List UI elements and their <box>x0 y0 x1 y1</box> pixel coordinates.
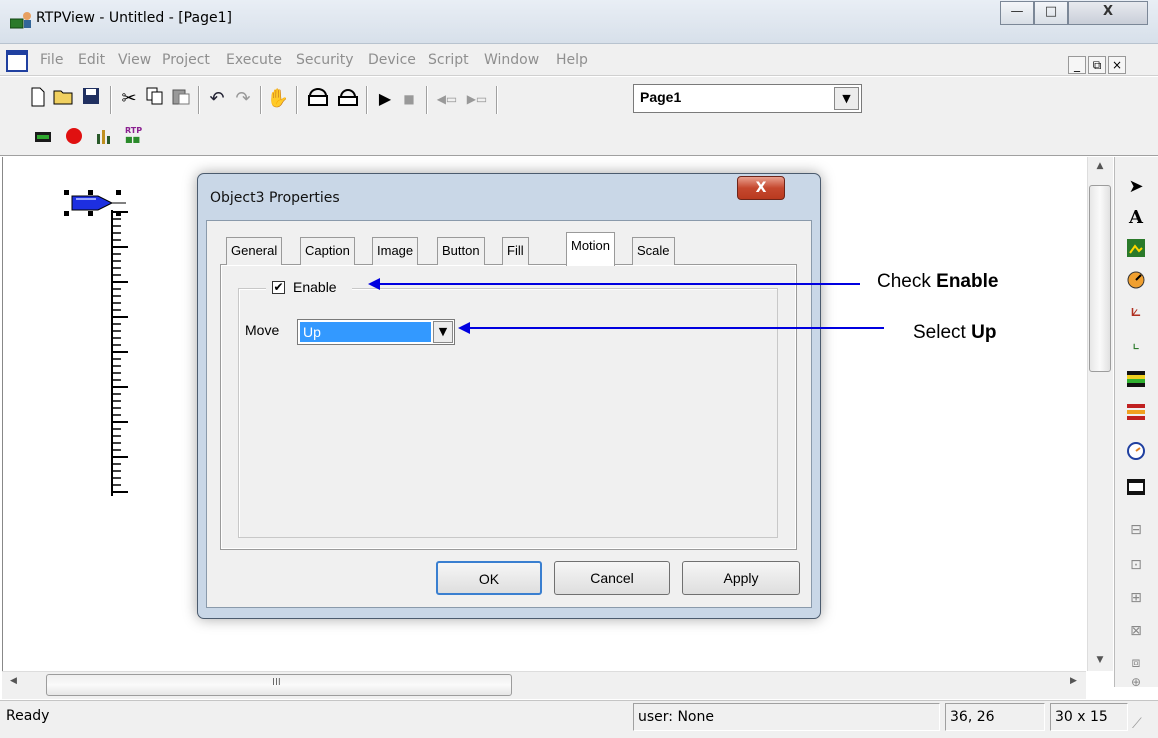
annotation-arrow-tail <box>856 327 884 329</box>
secondary-toolbar <box>0 122 1158 156</box>
tab-scale[interactable]: Scale <box>632 237 675 265</box>
next-page-icon[interactable]: ▶▭ <box>464 87 490 111</box>
menu-window[interactable]: Window <box>484 52 539 68</box>
scroll-grip: III <box>272 677 281 688</box>
toolbar-separator <box>198 86 200 114</box>
window-title: RTPView - Untitled - [Page1] <box>36 10 232 26</box>
mdi-restore-button[interactable]: ⧉ <box>1088 56 1106 74</box>
tab-button[interactable]: Button <box>437 237 485 265</box>
scale-ruler-svg <box>111 210 128 496</box>
enable-label[interactable]: Enable <box>293 279 337 295</box>
dialog-title: Object3 Properties <box>210 190 340 206</box>
ok-button[interactable]: OK <box>436 561 542 595</box>
dialog-close-button[interactable]: X <box>737 176 785 200</box>
stacked-bar-icon[interactable] <box>1116 397 1156 427</box>
menu-security[interactable]: Security <box>296 52 354 68</box>
status-ready: Ready <box>6 708 50 724</box>
window-close-button[interactable]: X <box>1068 1 1148 25</box>
paste-icon[interactable] <box>170 87 192 111</box>
chevron-down-icon[interactable]: ▼ <box>834 87 859 110</box>
cancel-button[interactable]: Cancel <box>554 561 670 595</box>
device-icon[interactable] <box>34 130 52 144</box>
canvas-scale-object[interactable] <box>108 210 130 500</box>
scroll-left-icon[interactable]: ◀ <box>10 676 17 686</box>
xy-chart-icon[interactable]: ⌞ <box>1116 328 1156 358</box>
menu-device[interactable]: Device <box>368 52 416 68</box>
status-user: user: None <box>633 703 940 731</box>
tab-general[interactable]: General <box>226 237 283 265</box>
cut-icon[interactable]: ✂ <box>118 87 140 111</box>
align-left-icon[interactable]: ⊟ <box>1116 515 1156 545</box>
mdi-close-button[interactable]: × <box>1108 56 1126 74</box>
toolbar-separator <box>426 86 428 114</box>
resize-grip-icon[interactable]: ⟋ <box>1132 716 1142 732</box>
lock-open-icon[interactable] <box>306 87 330 111</box>
new-file-icon[interactable] <box>28 87 48 111</box>
toolbar-separator <box>110 86 112 114</box>
run-icon[interactable]: ▶ <box>374 87 396 111</box>
status-size: 30 x 15 <box>1050 703 1128 731</box>
enable-checkbox[interactable]: ✔ <box>272 281 285 294</box>
menu-edit[interactable]: Edit <box>78 52 105 68</box>
undo-icon[interactable]: ↶ <box>206 87 228 111</box>
toolbar-separator <box>260 86 262 114</box>
scroll-up-icon[interactable]: ▲ <box>1093 161 1107 171</box>
redo-icon[interactable]: ↷ <box>232 87 254 111</box>
lock-closed-icon[interactable] <box>336 87 360 111</box>
dial-icon[interactable] <box>1116 436 1156 466</box>
previous-page-icon[interactable]: ◀▭ <box>434 87 460 111</box>
mdi-minimize-button[interactable]: _ <box>1068 56 1086 74</box>
page-select-value: Page1 <box>640 89 682 105</box>
toolbar-separator <box>366 86 368 114</box>
record-icon[interactable] <box>66 128 82 144</box>
copy-icon[interactable] <box>144 87 166 111</box>
image-tool-icon[interactable] <box>1116 233 1156 263</box>
move-label: Move <box>245 322 280 338</box>
tab-image[interactable]: Image <box>372 237 419 265</box>
scroll-right-icon[interactable]: ▶ <box>1070 676 1077 686</box>
select-arrow-icon[interactable]: ➤ <box>1116 172 1156 202</box>
rtp-logo-icon[interactable]: RTP ■■ <box>125 126 147 146</box>
align-middle-icon[interactable]: ⊕ <box>1116 672 1156 692</box>
stop-icon[interactable]: ■ <box>398 87 420 111</box>
gauge-tool-icon[interactable] <box>1116 265 1156 295</box>
app-icon <box>9 10 32 30</box>
align-bottom-icon[interactable]: ⊠ <box>1116 616 1156 646</box>
tab-fill[interactable]: Fill <box>502 237 529 265</box>
trend-chart-icon[interactable]: ⟀ <box>1116 296 1156 326</box>
bar-chart-icon[interactable] <box>96 128 114 144</box>
mdi-document-icon[interactable] <box>6 50 28 72</box>
apply-button[interactable]: Apply <box>682 561 800 595</box>
menu-script[interactable]: Script <box>428 52 469 68</box>
color-bar-icon[interactable] <box>1116 364 1156 394</box>
text-tool-icon[interactable]: A <box>1116 203 1156 233</box>
minimize-button[interactable]: — <box>1000 1 1034 25</box>
annotation-check-enable: Check Enable <box>877 271 999 292</box>
menu-help[interactable]: Help <box>556 52 588 68</box>
toolbar-separator <box>296 86 298 114</box>
menu-file[interactable]: File <box>40 52 63 68</box>
align-top-icon[interactable]: ⊞ <box>1116 583 1156 613</box>
toolbar-separator <box>496 86 498 114</box>
scroll-down-icon[interactable]: ▼ <box>1093 655 1107 665</box>
menu-project[interactable]: Project <box>162 52 210 68</box>
hand-icon[interactable]: ✋ <box>266 87 290 111</box>
tab-caption[interactable]: Caption <box>300 237 355 265</box>
annotation-select-up: Select Up <box>913 322 997 343</box>
open-folder-icon[interactable] <box>52 87 76 111</box>
menu-view[interactable]: View <box>118 52 151 68</box>
maximize-button[interactable]: □ <box>1034 1 1068 25</box>
menu-execute[interactable]: Execute <box>226 52 282 68</box>
tab-motion[interactable]: Motion <box>566 232 616 266</box>
align-right-icon[interactable]: ⊡ <box>1116 550 1156 580</box>
annotation-arrows <box>368 278 870 334</box>
vertical-scroll-thumb[interactable] <box>1089 185 1111 372</box>
save-icon[interactable] <box>80 87 102 111</box>
object-tool-icon[interactable] <box>1116 472 1156 502</box>
status-coords: 36, 26 <box>945 703 1045 731</box>
